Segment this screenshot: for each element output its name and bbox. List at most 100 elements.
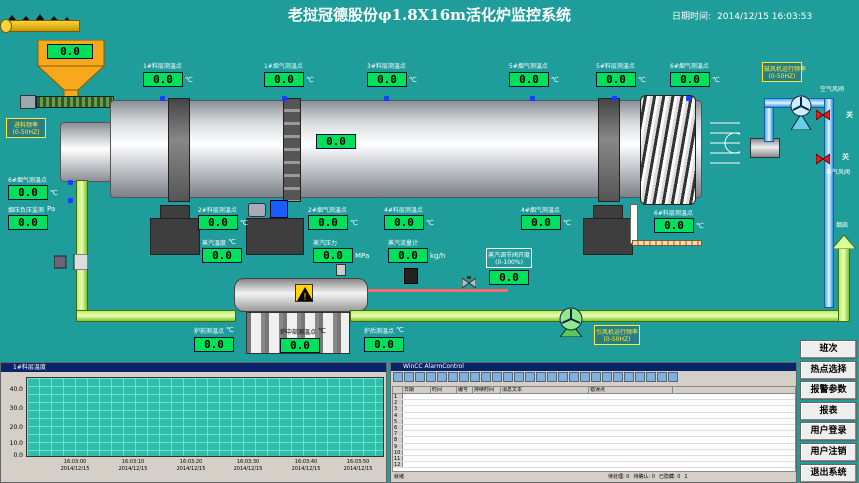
boiler-front-label: 炉前测温点 [194,328,225,335]
status-count: 1 [684,474,688,480]
mid-point-2: 2#烟气测温点 0.0 ℃ [308,205,358,230]
col-header: 日期 [403,387,431,393]
steam-air-valve-label: 蒸气风阀 [826,169,851,176]
top-point-4-label: 5#烟气测温点 [509,63,548,70]
kiln-ring-1 [168,98,190,202]
kiln-support-3-top [593,205,623,219]
exit-system-button[interactable]: 退出系统 [800,464,857,483]
filter-icon[interactable] [525,372,535,382]
x-tick: 16:03:50 2014/12/15 [333,459,383,473]
user-logout-button[interactable]: 用户注销 [800,443,857,462]
mid-point-2-value: 0.0 [308,215,348,230]
ack-group-icon[interactable] [492,372,502,382]
info-icon[interactable] [613,372,623,382]
unhide-icon[interactable] [657,372,667,382]
steam-flow-unit: kg/h [430,251,446,260]
alarm-row-number: 10 [393,449,403,456]
shelve-icon[interactable] [459,372,469,382]
top-point-3-label: 3#料层测温点 [367,63,406,70]
steam-valve-value: 0.0 [489,270,529,285]
user-login-button[interactable]: 用户登录 [800,422,857,441]
induced-fan-icon [556,305,586,338]
flue6-value: 0.0 [8,185,48,200]
blower-frequency-box: 鼓风机运行频率 (0-50HZ) [762,62,806,82]
alarm-row[interactable]: 12 [393,462,795,469]
last-icon[interactable] [602,372,612,382]
time-icon[interactable] [668,372,678,382]
top-point-1-label: 1#料层测温点 [143,63,182,70]
x-tick-time: 16:03:10 [121,459,145,465]
feeder-motor-icon [20,95,36,109]
mid-point-5-value: 0.0 [654,218,694,233]
negative-pressure-label: 烟压负压监测 [8,207,45,214]
sensor-icon [68,198,73,203]
alarm-table[interactable]: 日期 时间 编号 持续时间 消息文本 错误点 1 2 3 4 5 6 7 8 9 10 11 12 [392,386,796,472]
shift-button[interactable]: 班次 [800,340,857,359]
steam-valve-label: 蒸汽调节阀开度 [488,252,531,259]
blower-frequency-range: (0-50HZ) [768,73,796,80]
message-list-icon[interactable] [415,372,425,382]
x-tick: 16:03:00 2014/12/15 [50,459,100,473]
top-point-3: 3#料层测温点 0.0 ℃ [367,61,417,87]
mid-point-4-value: 0.0 [521,215,561,230]
mid-point-1: 2#料层测温点 0.0 ℃ [198,205,248,230]
col-header: 错误点 [589,387,673,393]
loop-icon[interactable] [635,372,645,382]
mid-point-5-unit: ℃ [696,221,704,230]
boiler-mid-point: 炉中部测温点 ℃ 0.0 [280,327,326,353]
hitlist-icon[interactable] [448,372,458,382]
steam-flow-label: 蒸汽流量计 [388,240,419,247]
comment-icon[interactable] [624,372,634,382]
emergency-ack-icon[interactable] [503,372,513,382]
x-tick-time: 16:03:30 [236,459,260,465]
boiler-front-value: 0.0 [194,337,234,352]
sensor-icon [686,96,691,101]
top-point-6-unit: ℃ [712,75,720,84]
mid-point-4: 4#烟气测温点 0.0 ℃ [521,205,571,230]
autoscroll-icon[interactable] [514,372,524,382]
mid-point-5: 6#料层测温点 0.0 ℃ [654,208,704,233]
alarm-row-number: 11 [393,455,403,462]
boiler-front-point: 炉前测温点 ℃ 0.0 [194,326,234,352]
alarm-table-header: 日期 时间 编号 持续时间 消息文本 错误点 [393,387,795,394]
next-icon[interactable] [591,372,601,382]
x-tick-time: 16:03:50 [346,459,370,465]
feed-belt [2,20,80,32]
sort-icon[interactable] [536,372,546,382]
col-header: 持续时间 [473,387,501,393]
alarm-status-bar: 就绪 待处理: 0 待确认: 0 已隐藏: 0 1 [392,473,796,482]
export-icon[interactable] [558,372,568,382]
mid-point-3-unit: ℃ [426,218,434,227]
top-point-5-value: 0.0 [596,72,636,87]
hide-icon[interactable] [646,372,656,382]
boiler-mid-value: 0.0 [280,338,320,353]
mid-point-3-value: 0.0 [384,215,424,230]
top-point-2-label: 1#烟气测温点 [264,63,303,70]
steam-temp-point: 蒸汽温度 ℃ 0.0 [202,238,242,263]
warning-icon: ! [295,284,313,303]
history-list-icon[interactable] [426,372,436,382]
trend-plot[interactable] [26,377,384,457]
report-button[interactable]: 报表 [800,402,857,421]
feeder-frequency-box: 进料频率 (0-50HZ) [6,118,46,138]
blower-icon [788,94,814,131]
print-icon[interactable] [547,372,557,382]
prev-icon[interactable] [580,372,590,382]
hotspot-select-button[interactable]: 热点选择 [800,361,857,380]
hidden-list-icon[interactable] [470,372,480,382]
x-tick-date: 2014/12/15 [118,466,148,472]
help-icon[interactable] [393,372,403,382]
induced-fan-box: 引风机运行频率 (0-50HZ) [594,325,640,345]
steam-pressure-point: 蒸汽压力 0.0 MPa [313,238,369,263]
chimney-arrow-icon [830,234,858,250]
alarm-row-number: 2 [393,400,403,406]
config-icon[interactable] [404,372,414,382]
top-point-3-value: 0.0 [367,72,407,87]
kiln-outlet-hood [710,118,746,168]
alarm-panel: WinCC AlarmControl 日期 时间 编号 持续时间 消息文本 错误… [390,362,797,483]
kiln-support-1 [150,218,200,255]
first-icon[interactable] [569,372,579,382]
alarm-params-button[interactable]: 报警参数 [800,381,857,400]
lock-icon[interactable] [437,372,447,382]
ack-single-icon[interactable] [481,372,491,382]
